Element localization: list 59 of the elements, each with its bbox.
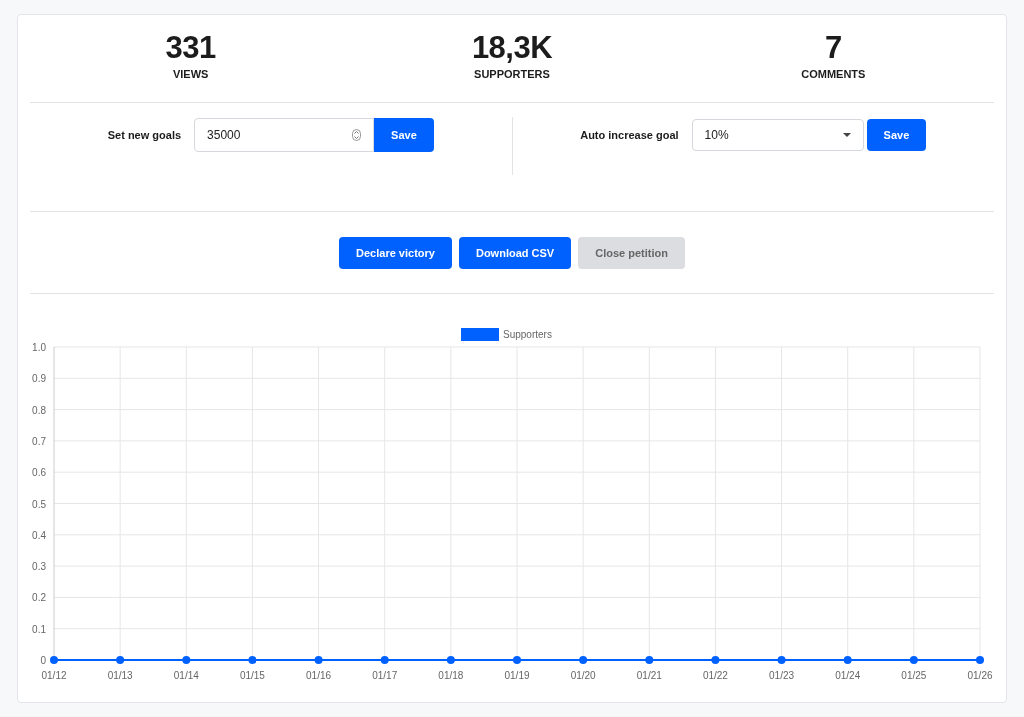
- spinner-icon: [352, 129, 362, 141]
- x-axis-label: 01/25: [901, 670, 927, 681]
- y-axis-label: 0.3: [32, 561, 46, 573]
- y-axis-label: 0.4: [32, 529, 46, 541]
- data-point: [777, 656, 786, 664]
- stat-label: COMMENTS: [801, 68, 866, 80]
- x-axis-label: 01/22: [702, 670, 728, 681]
- data-point: [843, 656, 852, 664]
- y-axis-label: 0.9: [32, 373, 46, 385]
- x-axis-label: 01/20: [570, 670, 596, 681]
- y-axis-label: 0: [40, 655, 46, 666]
- y-axis-label: 0.6: [32, 467, 46, 479]
- data-point: [446, 656, 455, 664]
- y-axis-label: 0.2: [32, 592, 46, 604]
- data-point: [50, 656, 58, 664]
- data-point: [909, 656, 918, 664]
- caret-icon: [842, 133, 851, 137]
- action-button[interactable]: Declare victory: [339, 237, 452, 269]
- save-button[interactable]: Save: [374, 118, 434, 152]
- x-axis-label: 01/14: [173, 670, 199, 681]
- y-axis-label: 0.8: [32, 404, 46, 416]
- y-axis-label: 0.5: [32, 498, 46, 510]
- data-point: [248, 656, 257, 664]
- field-label: Set new goals: [107, 129, 182, 141]
- data-point: [314, 656, 323, 664]
- data-point: [645, 656, 654, 664]
- data-point: [182, 656, 191, 664]
- stat-value: 331: [165, 30, 216, 66]
- stat-value: 18,3K: [471, 30, 553, 66]
- field-label: Auto increase goal: [580, 129, 679, 141]
- x-axis-label: 01/12: [41, 670, 67, 681]
- data-point: [579, 656, 588, 664]
- x-axis-label: 01/17: [372, 670, 398, 681]
- x-axis-label: 01/21: [636, 670, 662, 681]
- data-point: [976, 656, 984, 664]
- legend-label: Supporters: [503, 329, 552, 340]
- x-axis-label: 01/19: [504, 670, 530, 681]
- x-axis-label: 01/23: [769, 670, 795, 681]
- data-point: [711, 656, 720, 664]
- x-axis-label: 01/26: [967, 670, 993, 681]
- data-point: [116, 656, 125, 664]
- x-axis-label: 01/15: [239, 670, 265, 681]
- data-point: [380, 656, 389, 664]
- action-button[interactable]: Download CSV: [458, 237, 572, 269]
- y-axis-label: 1.0: [32, 342, 46, 353]
- dropdown[interactable]: 10%: [691, 119, 864, 151]
- number-input[interactable]: 35000: [194, 118, 375, 152]
- stat-value: 7: [824, 30, 842, 66]
- x-axis-label: 01/18: [438, 670, 464, 681]
- legend-swatch: [461, 328, 499, 341]
- stat-label: VIEWS: [172, 68, 209, 80]
- x-axis-label: 01/24: [835, 670, 861, 681]
- y-axis-label: 0.7: [32, 435, 46, 447]
- x-axis-label: 01/16: [306, 670, 332, 681]
- y-axis-label: 0.1: [32, 623, 46, 635]
- stat-label: SUPPORTERS: [474, 68, 550, 80]
- x-axis-label: 01/13: [107, 670, 133, 681]
- save-button[interactable]: Save: [866, 119, 927, 151]
- data-point: [513, 656, 521, 664]
